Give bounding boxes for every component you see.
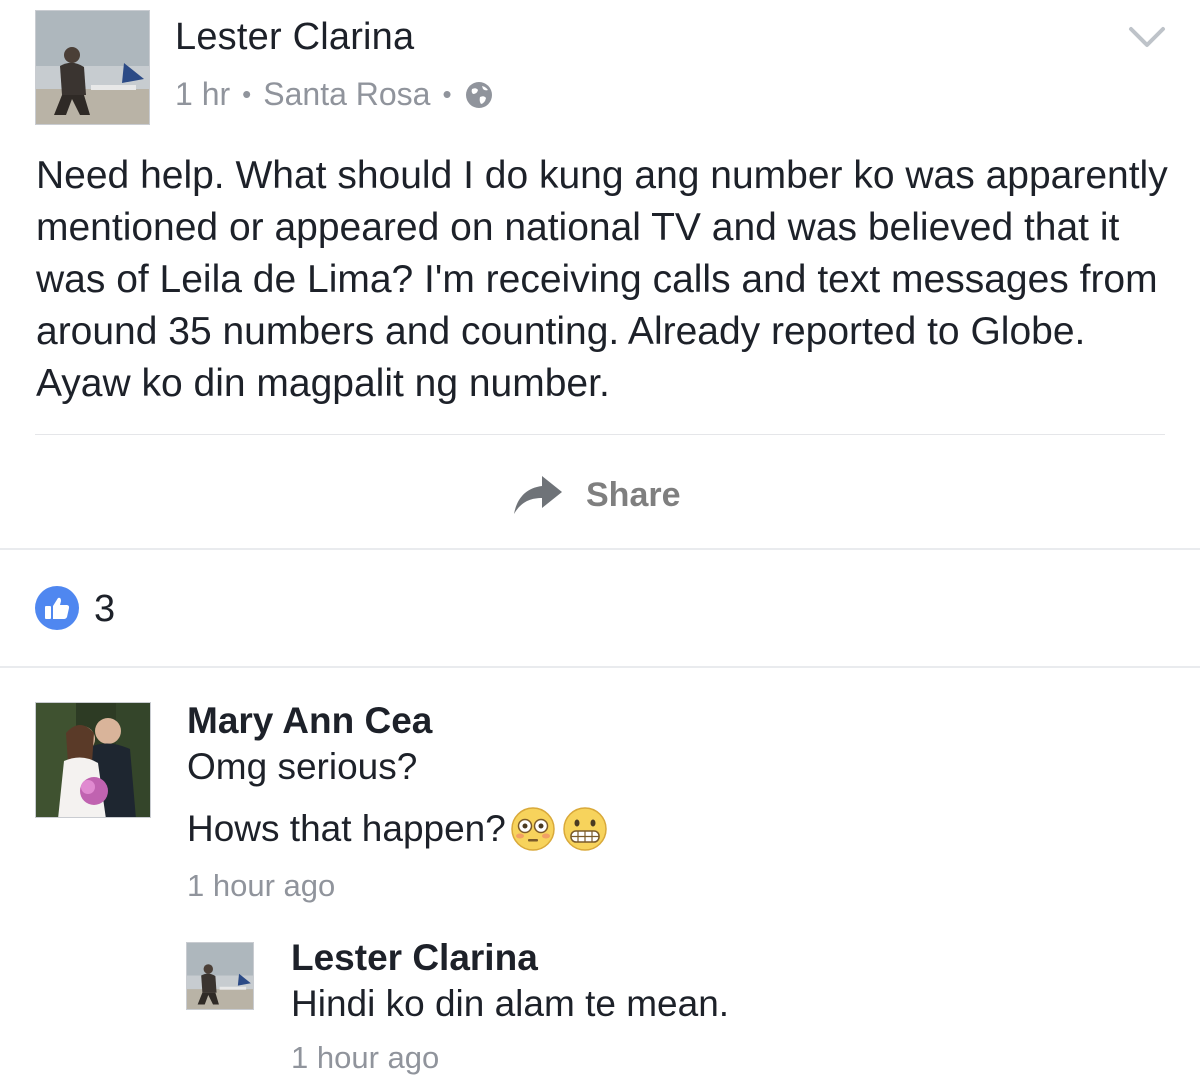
like-icon[interactable]: [35, 586, 79, 630]
share-label: Share: [586, 475, 681, 514]
avatar-photo: [36, 11, 149, 124]
like-count[interactable]: 3: [94, 588, 115, 631]
divider: [35, 434, 1165, 435]
avatar-photo: [187, 943, 253, 1009]
chevron-down-icon[interactable]: [1128, 24, 1166, 50]
share-arrow-icon: [514, 476, 562, 514]
comment-author-avatar[interactable]: [35, 702, 151, 818]
reply-author-name[interactable]: Lester Clarina: [291, 937, 538, 979]
globe-icon[interactable]: [464, 80, 494, 110]
flushed-face-emoji: [511, 807, 555, 851]
comment-text-line: Hows that happen?: [187, 806, 608, 852]
share-button[interactable]: Share: [512, 470, 681, 520]
comment-text: Omg serious?: [187, 746, 418, 787]
comment-timestamp[interactable]: 1 hour ago: [187, 868, 335, 904]
grimacing-face-emoji: [563, 807, 607, 851]
comment-text: Hows that happen?: [187, 808, 506, 849]
post-location[interactable]: Santa Rosa: [263, 76, 430, 113]
section-divider: [0, 548, 1200, 550]
post-text: Need help. What should I do kung ang num…: [36, 154, 1168, 405]
post-author-avatar[interactable]: [35, 10, 150, 125]
post-meta: 1 hr • Santa Rosa •: [175, 76, 494, 113]
reply-text: Hindi ko din alam te mean.: [291, 983, 730, 1024]
post-time[interactable]: 1 hr: [175, 76, 230, 113]
comment-author-name[interactable]: Mary Ann Cea: [187, 700, 432, 742]
thumbs-up-glyph: [45, 597, 70, 619]
meta-separator: •: [242, 79, 252, 109]
avatar-photo: [36, 703, 150, 817]
post-author-name[interactable]: Lester Clarina: [175, 16, 414, 59]
section-divider: [0, 666, 1200, 668]
reply-timestamp[interactable]: 1 hour ago: [291, 1040, 439, 1076]
meta-separator: •: [442, 79, 452, 109]
reply-author-avatar[interactable]: [186, 942, 254, 1010]
